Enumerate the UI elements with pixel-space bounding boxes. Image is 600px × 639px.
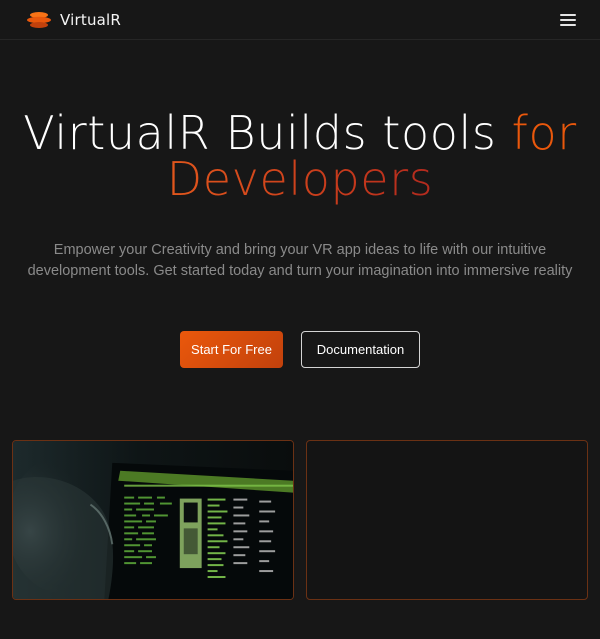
hamburger-menu-icon[interactable] — [560, 13, 576, 27]
hero-actions: Start For Free Documentation — [0, 331, 600, 368]
hero-title: VirtualR Builds tools for Developers — [0, 110, 600, 202]
start-for-free-button[interactable]: Start For Free — [180, 331, 283, 368]
logo-icon — [27, 11, 51, 28]
documentation-button[interactable]: Documentation — [301, 331, 420, 368]
hero-subtitle: Empower your Creativity and bring your V… — [27, 242, 573, 279]
video-card-left[interactable] — [12, 440, 294, 600]
navbar: VirtualR — [0, 0, 600, 40]
brand-name: VirtualR — [60, 10, 122, 29]
video-card-right[interactable] — [306, 440, 588, 600]
hero-title-gradient: Developers — [166, 152, 434, 206]
brand[interactable]: VirtualR — [26, 11, 121, 29]
code-screen-image — [13, 441, 293, 599]
hero: VirtualR Builds tools for Developers — [0, 110, 600, 202]
hero-title-accent: for — [511, 106, 577, 160]
